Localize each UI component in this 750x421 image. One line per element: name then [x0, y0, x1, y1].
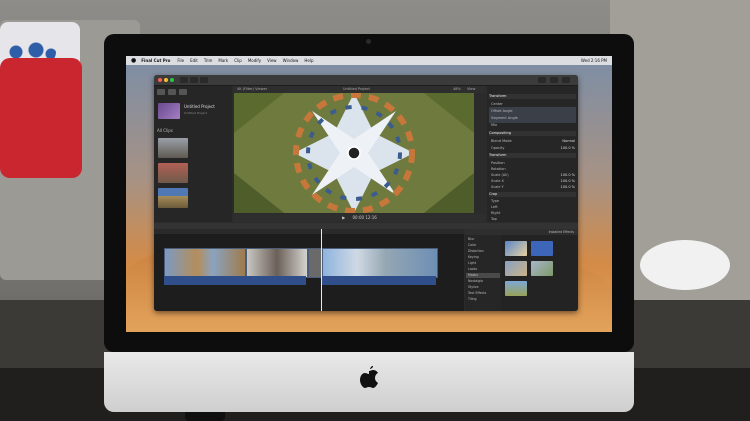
inspector: Transform Center Offset Angle Segment An…	[487, 86, 578, 222]
event-label[interactable]: All Clips	[157, 128, 173, 133]
menu-bar: ● Final Cut Pro File Edit Trim Mark Clip…	[126, 56, 612, 65]
effect-thumbnail[interactable]	[505, 281, 527, 296]
effects-browser: Installed Effects Blur Color Distortion …	[465, 229, 578, 311]
inspector-row[interactable]: Segment Angle	[491, 115, 575, 121]
apple-menu-icon[interactable]: ●	[131, 57, 136, 64]
analysis-button[interactable]	[200, 77, 208, 83]
inspector-row[interactable]: Blend Mode Normal	[491, 138, 575, 144]
imac: ● Final Cut Pro File Edit Trim Mark Clip…	[104, 34, 634, 412]
library-name: Untitled Project	[184, 104, 215, 109]
timeline-clip[interactable]	[322, 248, 438, 278]
red-pillow	[0, 58, 82, 178]
kaleidoscope-frame	[234, 93, 474, 213]
timeline-clip[interactable]	[164, 248, 246, 278]
inspector-section[interactable]: Transform	[489, 94, 576, 99]
clip-thumbnail[interactable]	[158, 138, 188, 158]
library-note: Untitled Project	[184, 111, 208, 115]
effects-category[interactable]: Text Effects	[468, 291, 486, 295]
play-button[interactable]: ▶	[342, 215, 345, 220]
viewer-header: 4K (Filter) Viewer Untitled Project 48% …	[233, 86, 486, 93]
menu-help[interactable]: Help	[304, 58, 313, 63]
effect-thumbnail[interactable]	[505, 261, 527, 276]
effects-category[interactable]: Blur	[468, 237, 474, 241]
effect-thumbnail[interactable]	[505, 241, 527, 256]
menu-edit[interactable]: Edit	[190, 58, 198, 63]
effects-category[interactable]: Light	[468, 261, 476, 265]
video-viewer[interactable]	[234, 93, 474, 213]
status-area: Wed 2:16 PM	[581, 58, 612, 63]
timeline-ruler[interactable]	[154, 229, 464, 234]
inspector-section[interactable]: Crop	[489, 192, 576, 197]
clip-thumbnail[interactable]	[158, 163, 188, 183]
import-button[interactable]	[180, 77, 188, 83]
timeline[interactable]	[154, 229, 464, 311]
lamp	[640, 240, 730, 290]
menubar-clock[interactable]: Wed 2:16 PM	[581, 58, 607, 63]
effect-thumbnail[interactable]	[531, 261, 553, 276]
inspector-row[interactable]: Top	[491, 216, 575, 222]
inspector-row[interactable]: Scale Y 100.0 %	[491, 184, 575, 190]
menu-mark[interactable]: Mark	[218, 58, 228, 63]
inspector-row[interactable]: Mix	[491, 122, 575, 128]
zoom-level[interactable]: 48%	[453, 87, 461, 91]
library-browser: Untitled Project Untitled Project All Cl…	[154, 86, 232, 222]
menu-clip[interactable]: Clip	[234, 58, 242, 63]
audio-track[interactable]	[322, 276, 436, 285]
inspector-section[interactable]: Transform	[489, 153, 576, 158]
browser-toggle-button[interactable]	[538, 77, 546, 83]
screen: ● Final Cut Pro File Edit Trim Mark Clip…	[126, 56, 612, 332]
viewer-controls: ▶ 00:00 12:16	[233, 214, 486, 222]
menu-modify[interactable]: Modify	[248, 58, 261, 63]
menu-window[interactable]: Window	[283, 58, 299, 63]
close-button[interactable]	[158, 78, 162, 82]
timeline-gap[interactable]	[308, 248, 322, 278]
effects-filter[interactable]: Installed Effects	[549, 230, 574, 234]
library-thumbnail[interactable]	[158, 103, 180, 119]
effects-category[interactable]: Looks	[468, 267, 477, 271]
effects-category[interactable]: Stylize	[468, 285, 479, 289]
browser-toolbar	[157, 89, 229, 97]
clip-thumbnail[interactable]	[158, 188, 188, 208]
timeline-toggle-button[interactable]	[550, 77, 558, 83]
menu-file[interactable]: File	[177, 58, 184, 63]
titles-icon[interactable]	[179, 89, 187, 95]
effects-category-list: Blur Color Distortion Keying Light Looks…	[465, 235, 501, 311]
effects-category[interactable]: Keying	[468, 255, 479, 259]
inspector-section[interactable]: Compositing	[489, 131, 576, 136]
playhead[interactable]	[321, 229, 322, 311]
apple-logo-icon	[357, 365, 381, 393]
keyword-button[interactable]	[190, 77, 198, 83]
libraries-icon[interactable]	[157, 89, 165, 95]
inspector-row[interactable]: Opacity 100.0 %	[491, 145, 575, 151]
fcp-window: Untitled Project Untitled Project All Cl…	[154, 75, 578, 311]
effects-category[interactable]: Masks	[468, 273, 478, 277]
timeline-clip[interactable]	[246, 248, 308, 278]
zoom-button[interactable]	[170, 78, 174, 82]
viewer-clip-name: Untitled Project	[343, 87, 370, 91]
inspector-row[interactable]: Center	[491, 101, 575, 107]
app-menu[interactable]: Final Cut Pro	[141, 58, 170, 63]
effects-category[interactable]: Tiling	[468, 297, 477, 301]
inspector-toggle-button[interactable]	[562, 77, 570, 83]
menu-view[interactable]: View	[267, 58, 277, 63]
effects-category[interactable]: Nostalgia	[468, 279, 483, 283]
inspector-row[interactable]: Offset Angle	[491, 108, 575, 114]
menu-trim[interactable]: Trim	[204, 58, 213, 63]
minimize-button[interactable]	[164, 78, 168, 82]
audio-track[interactable]	[164, 276, 306, 285]
effect-thumbnail[interactable]	[531, 241, 553, 256]
timecode-display[interactable]: 00:00 12:16	[353, 215, 377, 220]
effects-category[interactable]: Color	[468, 243, 476, 247]
viewer-title: 4K (Filter) Viewer	[237, 87, 268, 91]
view-menu[interactable]: View	[467, 87, 475, 91]
photos-icon[interactable]	[168, 89, 176, 95]
camera	[366, 39, 371, 44]
title-bar	[154, 75, 578, 86]
effects-category[interactable]: Distortion	[468, 249, 484, 253]
